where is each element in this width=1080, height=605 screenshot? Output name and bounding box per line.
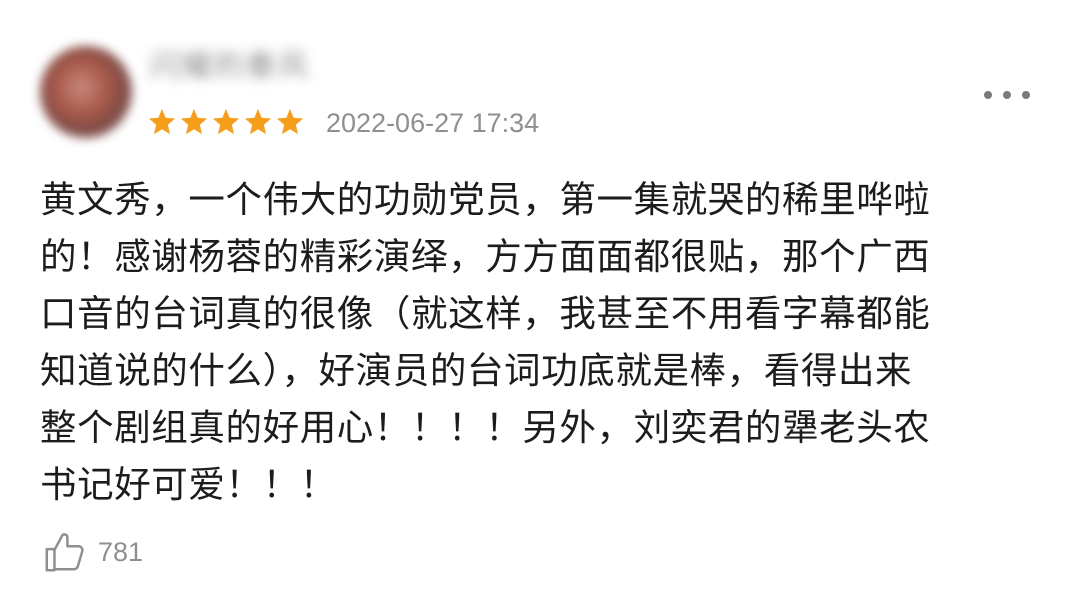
like-button[interactable]: 781 — [42, 528, 143, 576]
review-text: 黄文秀，一个伟大的功勋党员，第一集就哭的稀里哗啦 的！感谢杨蓉的精彩演绎，方方面… — [40, 171, 1040, 513]
review-line: 黄文秀，一个伟大的功勋党员，第一集就哭的稀里哗啦 — [40, 178, 931, 221]
review-timestamp: 2022-06-27 17:34 — [326, 108, 540, 138]
star-rating — [147, 105, 305, 141]
username[interactable]: 闪耀的春风 — [150, 50, 310, 84]
review-line: 口音的台词真的很像（就这样，我甚至不用看字幕都能 — [40, 292, 931, 335]
review-line: 知道说的什么），好演员的台词功底就是棒，看得出来 — [40, 349, 913, 392]
star-icon — [212, 108, 240, 135]
star-icon — [180, 108, 208, 135]
star-icon — [148, 108, 176, 135]
user-avatar[interactable] — [40, 46, 132, 138]
more-options-icon[interactable] — [984, 88, 1030, 102]
review-line: 书记好可爱！！！ — [40, 463, 337, 506]
thumbs-up-icon — [45, 533, 84, 572]
dot — [984, 91, 992, 99]
dot — [1003, 91, 1011, 99]
review-line: 的！感谢杨蓉的精彩演绎，方方面面都很贴，那个广西 — [40, 235, 931, 278]
review-line: 整个剧组真的好用心！！！！另外，刘奕君的犟老头农 — [40, 406, 931, 449]
dot — [1022, 91, 1030, 99]
like-count: 781 — [98, 536, 144, 567]
star-icon — [244, 108, 272, 135]
review-card: 闪耀的春风 2022-06-27 17:34 黄文秀，一个伟大的功勋党员，第一集… — [0, 0, 1080, 605]
star-icon — [276, 108, 304, 135]
